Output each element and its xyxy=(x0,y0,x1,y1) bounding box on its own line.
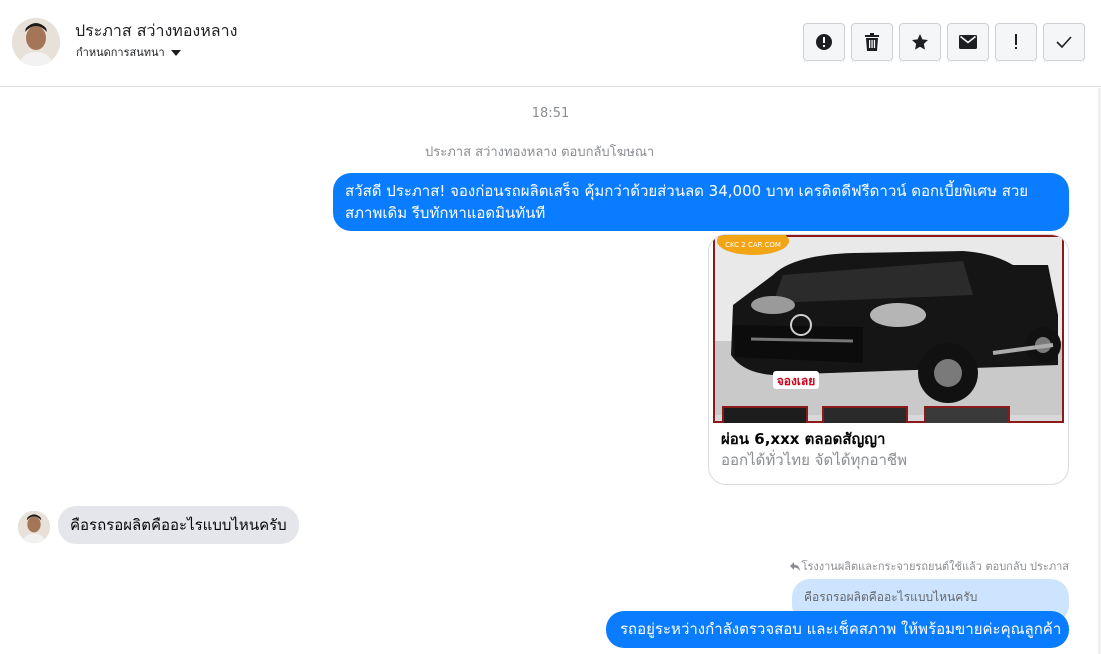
star-icon xyxy=(912,34,928,50)
exclamation-icon xyxy=(1015,34,1017,49)
outgoing-reply-message[interactable]: รถอยู่ระหว่างกำลังตรวจสอบ และเช็คสภาพ ให… xyxy=(606,611,1069,648)
trash-icon xyxy=(865,33,879,51)
caret-down-icon xyxy=(170,50,181,56)
alert-circle-icon xyxy=(816,34,832,50)
timestamp: 18:51 xyxy=(531,106,570,121)
ad-card-image: CKC 2 CAR.COM จองเลย xyxy=(711,235,1066,428)
reply-arrow-icon xyxy=(789,561,800,571)
checkmark-icon xyxy=(1056,36,1072,48)
ad-sticker-text: จองเลย xyxy=(777,374,816,388)
important-button[interactable] xyxy=(995,23,1037,61)
star-button[interactable] xyxy=(899,23,941,61)
report-button[interactable] xyxy=(803,23,845,61)
done-button[interactable] xyxy=(1043,23,1085,61)
ad-reply-note: ประภาส สว่างทองหลาง ตอบกลับโฆษณา xyxy=(425,145,655,160)
contact-avatar[interactable] xyxy=(12,18,60,66)
delete-button[interactable] xyxy=(851,23,893,61)
reply-note-text: โรงงานผลิตและกระจายรถยนต์ใช้แล้ว ตอบกลับ… xyxy=(801,560,1069,573)
reply-note: โรงงานผลิตและกระจายรถยนต์ใช้แล้ว ตอบกลับ… xyxy=(789,557,1069,575)
contact-name[interactable]: ประภาส สว่างทองหลาง xyxy=(75,19,237,44)
mark-unread-button[interactable] xyxy=(947,23,989,61)
incoming-message[interactable]: คือรถรอผลิตคืออะไรแบบไหนครับ xyxy=(58,506,299,544)
ad-card-subtitle: ออกได้ทั่วไทย จัดได้ทุกอาชีพ xyxy=(721,451,907,469)
conversation-settings-label: กำหนดการสนทนา xyxy=(76,46,165,59)
ad-logo-text: CKC 2 CAR.COM xyxy=(725,241,781,249)
outgoing-ad-message[interactable]: สวัสดี ประภาส! จองก่อนรถผลิตเสร็จ คุ้มกว… xyxy=(333,173,1069,231)
envelope-icon xyxy=(959,35,977,49)
contact-avatar-small xyxy=(18,511,50,543)
ad-card[interactable]: CKC 2 CAR.COM จองเลย ผ่อน 6,xxx ตลอดสัญญ… xyxy=(708,234,1069,485)
toolbar xyxy=(803,23,1085,61)
conversation-header: ประภาส สว่างทองหลาง กำหนดการสนทนา xyxy=(0,0,1101,87)
conversation-settings-dropdown[interactable]: กำหนดการสนทนา xyxy=(76,43,181,61)
